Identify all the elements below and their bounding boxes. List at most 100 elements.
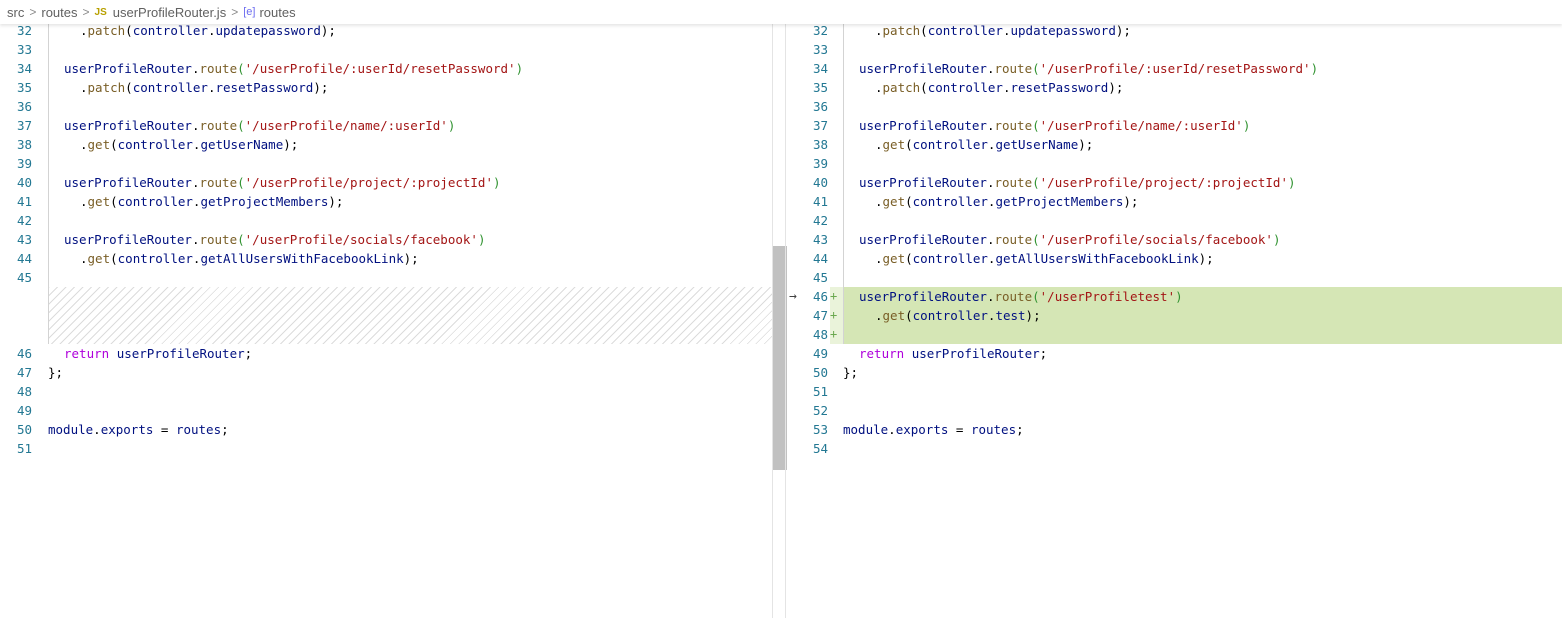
code-token: ( <box>237 232 245 247</box>
code-token: '/userProfile/project/:projectId' <box>1039 175 1288 190</box>
code-line[interactable]: 46 return userProfileRouter; <box>0 344 772 363</box>
code-line[interactable]: 38 .get(controller.getUserName); <box>786 135 1562 154</box>
code-text: userProfileRouter.route('/userProfiletes… <box>859 287 1183 306</box>
code-line[interactable]: 39 <box>0 154 772 173</box>
breadcrumb-symbol[interactable]: routes <box>259 5 295 20</box>
code-line[interactable]: 44 .get(controller.getAllUsersWithFaceboo… <box>0 249 772 268</box>
code-line[interactable]: 51 <box>0 439 772 458</box>
code-line[interactable]: 49 return userProfileRouter; <box>786 344 1562 363</box>
code-token: userProfileRouter <box>911 346 1040 361</box>
line-number: 35 <box>812 80 828 95</box>
diff-gap-row[interactable] <box>0 287 772 306</box>
code-token: userProfileRouter <box>859 289 987 304</box>
code-line[interactable]: 33 <box>0 40 772 59</box>
code-text: userProfileRouter.route('/userProfile/so… <box>859 230 1280 249</box>
diff-modified-pane[interactable]: 32 .patch(controller.updatepassword); 33 34… <box>786 0 1562 618</box>
symbol-variable-icon: [e] <box>243 6 256 18</box>
code-line[interactable]: 47 + .get(controller.test); <box>786 306 1562 325</box>
code-line[interactable]: 34 userProfileRouter.route('/userProfile/… <box>786 59 1562 78</box>
code-line[interactable]: 41 .get(controller.getProjectMembers); <box>786 192 1562 211</box>
code-line[interactable]: 37 userProfileRouter.route('/userProfile/… <box>786 116 1562 135</box>
breadcrumb-routes-folder[interactable]: routes <box>41 5 77 20</box>
code-token: route <box>199 118 238 133</box>
code-line[interactable]: 45 <box>786 268 1562 287</box>
code-token: userProfileRouter <box>859 232 987 247</box>
line-number: 50 <box>16 422 32 437</box>
code-token: exports <box>100 422 154 437</box>
code-text: .get(controller.getUserName); <box>80 135 298 154</box>
code-token: . <box>80 137 88 152</box>
code-line[interactable]: 41 .get(controller.getProjectMembers); <box>0 192 772 211</box>
diff-gap-row[interactable] <box>0 325 772 344</box>
code-token: controller <box>912 194 988 209</box>
code-line[interactable]: 46 + userProfileRouter.route('/userProfile… <box>786 287 1562 306</box>
added-line-plus-icon: + <box>830 289 838 303</box>
code-line[interactable]: 40 userProfileRouter.route('/userProfile/… <box>786 173 1562 192</box>
code-line[interactable]: 38 .get(controller.getUserName); <box>0 135 772 154</box>
code-token: ) <box>1310 61 1319 76</box>
code-line[interactable]: 36 <box>786 97 1562 116</box>
code-token: resetPassword <box>215 80 314 95</box>
code-line[interactable]: 44 .get(controller.getAllUsersWithFaceboo… <box>786 249 1562 268</box>
code-line[interactable]: 43 userProfileRouter.route('/userProfile/… <box>0 230 772 249</box>
breadcrumb-src[interactable]: src <box>7 5 24 20</box>
code-text: .get(controller.getUserName); <box>875 135 1093 154</box>
code-line[interactable]: 48 + <box>786 325 1562 344</box>
diff-gap-row[interactable] <box>0 306 772 325</box>
code-line[interactable]: 33 <box>786 40 1562 59</box>
code-line[interactable]: 39 <box>786 154 1562 173</box>
code-token: }; <box>843 365 859 380</box>
line-number: 51 <box>16 441 32 456</box>
line-number: 40 <box>16 175 32 190</box>
code-token: '/userProfile/project/:projectId' <box>244 175 493 190</box>
line-number: 52 <box>812 403 828 418</box>
code-line[interactable]: 35 .patch(controller.resetPassword); <box>0 78 772 97</box>
code-token: . <box>93 422 101 437</box>
code-line[interactable]: 47}; <box>0 363 772 382</box>
code-token: ( <box>110 194 118 209</box>
code-line[interactable]: 36 <box>0 97 772 116</box>
code-token: ( <box>905 308 913 323</box>
code-text: .patch(controller.resetPassword); <box>80 78 328 97</box>
code-line[interactable]: 53 module.exports = routes; <box>786 420 1562 439</box>
code-line[interactable]: 52 <box>786 401 1562 420</box>
code-token: ) <box>1288 175 1296 190</box>
code-line[interactable]: 43 userProfileRouter.route('/userProfile/… <box>786 230 1562 249</box>
code-line[interactable]: 35 .patch(controller.resetPassword); <box>786 78 1562 97</box>
code-token: ( <box>1032 232 1040 247</box>
line-number: 43 <box>16 232 32 247</box>
code-line[interactable]: 42 <box>786 211 1562 230</box>
line-number: 36 <box>812 99 828 114</box>
diff-original-pane[interactable]: 32 .patch(controller.updatepassword); 33 34… <box>0 0 772 618</box>
code-line[interactable]: 51 <box>786 382 1562 401</box>
code-line[interactable]: 37 userProfileRouter.route('/userProfile/… <box>0 116 772 135</box>
code-line[interactable]: 34 userProfileRouter.route('/userProfile/… <box>0 59 772 78</box>
code-text: userProfileRouter.route('/userProfile/pr… <box>64 173 501 192</box>
code-line[interactable]: 49 <box>0 401 772 420</box>
code-line[interactable]: 54 <box>786 439 1562 458</box>
code-token: route <box>199 175 238 190</box>
code-token: controller <box>117 251 193 266</box>
breadcrumb-file[interactable]: userProfileRouter.js <box>113 5 226 20</box>
code-token: ; <box>1039 346 1048 361</box>
code-line[interactable]: 40 userProfileRouter.route('/userProfile/… <box>0 173 772 192</box>
js-file-icon: JS <box>94 6 107 18</box>
editor-scrollbar[interactable] <box>772 0 787 618</box>
code-line[interactable]: 50 module.exports = routes; <box>0 420 772 439</box>
revert-arrow-icon[interactable]: → <box>789 287 797 306</box>
code-line[interactable]: 42 <box>0 211 772 230</box>
line-number: 42 <box>16 213 32 228</box>
code-token: ( <box>1032 118 1040 133</box>
code-line[interactable]: 50}; <box>786 363 1562 382</box>
code-token: updatepassword <box>215 23 321 38</box>
code-token: . <box>1002 80 1011 95</box>
code-token: ( <box>905 194 913 209</box>
code-line[interactable]: 48 <box>0 382 772 401</box>
added-line-plus-icon: + <box>830 308 838 322</box>
code-token: routes <box>175 422 222 437</box>
code-line[interactable]: 45 <box>0 268 772 287</box>
code-token: '/userProfiletest' <box>1039 289 1176 304</box>
code-token: ); <box>1123 194 1139 209</box>
code-token: . <box>875 194 883 209</box>
code-token: . <box>875 137 883 152</box>
